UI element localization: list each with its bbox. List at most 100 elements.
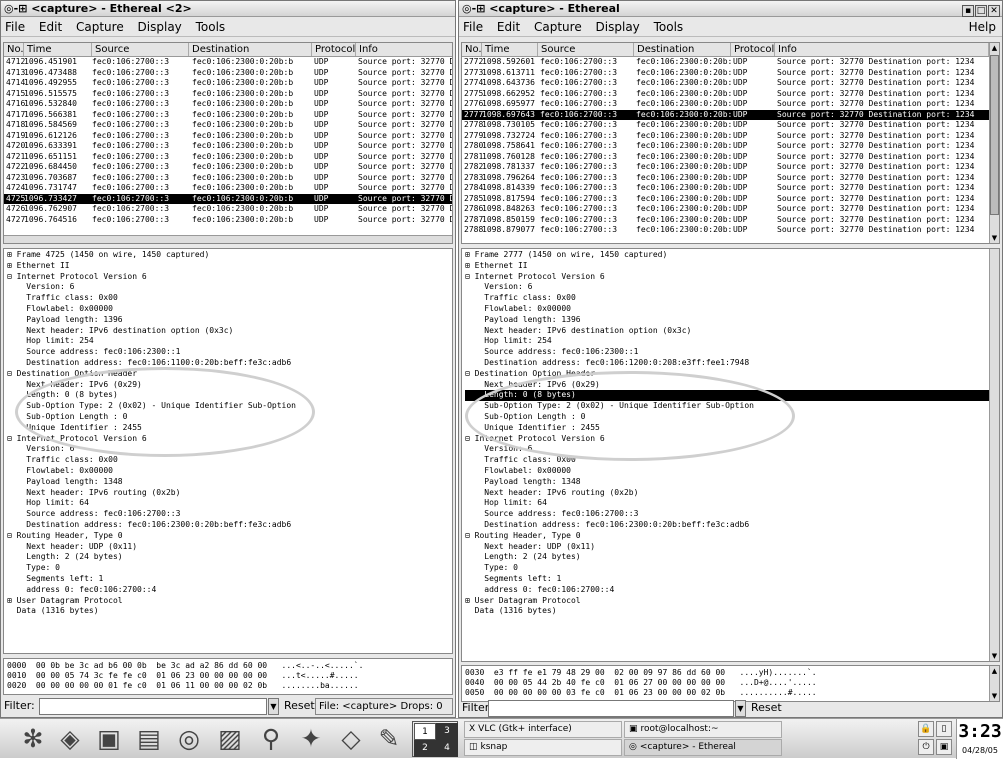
menu-display[interactable]: Display [138,20,182,34]
column-info[interactable]: Info [356,43,452,56]
detail-line[interactable]: ⊟ Internet Protocol Version 6 [465,272,999,283]
detail-line[interactable]: Data (1316 bytes) [7,606,452,617]
packet-row[interactable]: 4717 1096.566381 fec0:106:2700::3 fec0:106:… [4,110,452,121]
packet-row[interactable]: 4727 1096.764516 fec0:106:2700::3 fec0:106:… [4,215,452,226]
pencil-icon[interactable]: ✎ [372,722,406,756]
detail-line[interactable]: Version: 6 [7,282,452,293]
column-source[interactable]: Source [92,43,189,56]
packet-row[interactable]: 2775 1098.662952 fec0:106:2700::3 fec0:106:… [462,89,999,100]
desktop-4[interactable]: 4 [436,740,458,757]
detail-line[interactable]: Sub-Option Type: 2 (0x02) - Unique Ident… [465,401,999,412]
packet-row[interactable]: 4720 1096.633391 fec0:106:2700::3 fec0:106:… [4,141,452,152]
detail-line[interactable]: Payload length: 1396 [7,315,452,326]
column-destination[interactable]: Destination [634,43,731,56]
detail-line[interactable]: Traffic class: 0x00 [7,293,452,304]
column-no[interactable]: No. [462,43,482,56]
window-launcher-icon[interactable]: ▣ [92,722,126,756]
window-titlebar[interactable]: ◎-⊞ <capture> - Ethereal <2> [1,1,455,17]
menu-display[interactable]: Display [596,20,640,34]
scroll-down-icon[interactable]: ▼ [990,233,999,243]
detail-line[interactable]: Unique Identifier : 2455 [7,423,452,434]
menu-capture[interactable]: Capture [534,20,582,34]
packet-row[interactable]: 2772 1098.592601 fec0:106:2700::3 fec0:106:… [462,57,999,68]
detail-line[interactable]: Traffic class: 0x00 [7,455,452,466]
desktop-2[interactable]: 2 [414,740,436,757]
monitor-tray-icon[interactable]: ▣ [936,739,952,755]
detail-line[interactable]: Hop limit: 64 [7,498,452,509]
horizontal-scrollbar[interactable] [4,235,452,243]
detail-line[interactable]: Traffic class: 0x00 [465,293,999,304]
detail-line[interactable]: Length: 0 (8 bytes) [465,390,999,402]
column-time[interactable]: Time [482,43,538,56]
packet-row[interactable]: 2785 1098.817594 fec0:106:2700::3 fec0:106:… [462,194,999,205]
detail-line[interactable]: Traffic class: 0x00 [465,455,999,466]
detail-line[interactable]: Next header: IPv6 routing (0x2b) [465,488,999,499]
detail-line[interactable]: Next header: IPv6 destination option (0x… [7,326,452,337]
packet-row[interactable]: 2778 1098.730105 fec0:106:2700::3 fec0:106:… [462,120,999,131]
packet-row[interactable]: 4724 1096.731747 fec0:106:2700::3 fec0:106:… [4,183,452,194]
packet-row[interactable]: 2784 1098.814339 fec0:106:2700::3 fec0:106:… [462,183,999,194]
menu-tools[interactable]: Tools [654,20,684,34]
window-titlebar[interactable]: ◎-⊞ <capture> - Ethereal ▪ □ ✕ [459,1,1002,17]
packet-row[interactable]: 4721 1096.651151 fec0:106:2700::3 fec0:106:… [4,152,452,163]
detail-line[interactable]: Length: 2 (24 bytes) [7,552,452,563]
detail-line[interactable]: Payload length: 1348 [465,477,999,488]
column-destination[interactable]: Destination [189,43,312,56]
detail-line[interactable]: Version: 6 [465,282,999,293]
packet-row[interactable]: 4716 1096.532840 fec0:106:2700::3 fec0:106:… [4,99,452,110]
detail-line[interactable]: Source address: fec0:106:2700::3 [7,509,452,520]
desktop-1[interactable]: 1 [414,723,436,740]
detail-line[interactable]: ⊟ Internet Protocol Version 6 [7,272,452,283]
detail-line[interactable]: Type: 0 [7,563,452,574]
detail-line[interactable]: ⊞ Ethernet II [465,261,999,272]
detail-line[interactable]: Flowlabel: 0x00000 [7,466,452,477]
detail-line[interactable]: Payload length: 1348 [7,477,452,488]
detail-line[interactable]: ⊟ Internet Protocol Version 6 [7,434,452,445]
menu-help[interactable]: Help [969,17,996,37]
packet-row[interactable]: 2779 1098.732724 fec0:106:2700::3 fec0:106:… [462,131,999,142]
lock-icon[interactable]: 🔒 [918,721,934,737]
column-time[interactable]: Time [24,43,92,56]
close-icon[interactable]: ✕ [988,5,1000,17]
menu-file[interactable]: File [463,20,483,34]
packet-row[interactable]: 2773 1098.613711 fec0:106:2700::3 fec0:106:… [462,68,999,79]
kde-menu-icon[interactable]: ✻ [16,722,50,756]
minimize-icon[interactable]: ▪ [962,5,974,17]
task-vlc[interactable]: X VLC (Gtk+ interface) [464,721,622,738]
detail-line[interactable]: ⊞ Ethernet II [7,261,452,272]
detail-line[interactable]: Destination address: fec0:106:2300:0:20b… [7,520,452,531]
detail-line[interactable]: Source address: fec0:106:2300::1 [465,347,999,358]
scroll-thumb[interactable] [990,55,999,215]
packet-row[interactable]: 4722 1096.684450 fec0:106:2700::3 fec0:106:… [4,162,452,173]
detail-line[interactable]: Payload length: 1396 [465,315,999,326]
packet-row[interactable]: 4713 1096.473488 fec0:106:2700::3 fec0:106:… [4,68,452,79]
detail-line[interactable]: Type: 0 [465,563,999,574]
search-icon[interactable]: ⚲ [254,722,288,756]
detail-line[interactable]: ⊟ Internet Protocol Version 6 [465,434,999,445]
hex-scrollbar[interactable]: ▲ ▼ [989,666,999,701]
menu-capture[interactable]: Capture [76,20,124,34]
task-terminal[interactable]: ▣ root@localhost:~ [624,721,782,738]
detail-line[interactable]: Destination address: fec0:106:1100:0:20b… [7,358,452,369]
column-protocol[interactable]: Protocol [312,43,356,56]
packet-row[interactable]: 2777 1098.697643 fec0:106:2700::3 fec0:106:… [462,109,999,120]
monitor-launcher-icon[interactable]: ▤ [132,722,166,756]
column-protocol[interactable]: Protocol [731,43,775,56]
detail-line[interactable]: Data (1316 bytes) [465,606,999,617]
detail-line[interactable]: Destination address: fec0:106:1200:0:208… [465,358,999,369]
maximize-icon[interactable]: □ [975,5,987,17]
packet-row[interactable]: 4714 1096.492955 fec0:106:2700::3 fec0:106:… [4,78,452,89]
clipboard-icon[interactable]: ▯ [936,721,952,737]
packet-row[interactable]: 4719 1096.612126 fec0:106:2700::3 fec0:106:… [4,131,452,142]
detail-line[interactable]: Flowlabel: 0x00000 [465,304,999,315]
detail-line[interactable]: ⊟ Destination Option Header [465,369,999,380]
detail-line[interactable]: Next header: UDP (0x11) [7,542,452,553]
packet-row[interactable]: 2774 1098.643736 fec0:106:2700::3 fec0:106:… [462,78,999,89]
detail-line[interactable]: Sub-Option Length : 0 [7,412,452,423]
packet-row[interactable]: 4726 1096.762907 fec0:106:2700::3 fec0:106:… [4,204,452,215]
window-menu-icon[interactable]: ◎-⊞ [4,2,31,15]
packet-row[interactable]: 2788 1098.879077 fec0:106:2700::3 fec0:106:… [462,225,999,236]
scroll-up-icon[interactable]: ▲ [990,43,999,53]
detail-line[interactable]: Next header: IPv6 destination option (0x… [465,326,999,337]
detail-line[interactable]: Length: 0 (8 bytes) [7,390,452,401]
